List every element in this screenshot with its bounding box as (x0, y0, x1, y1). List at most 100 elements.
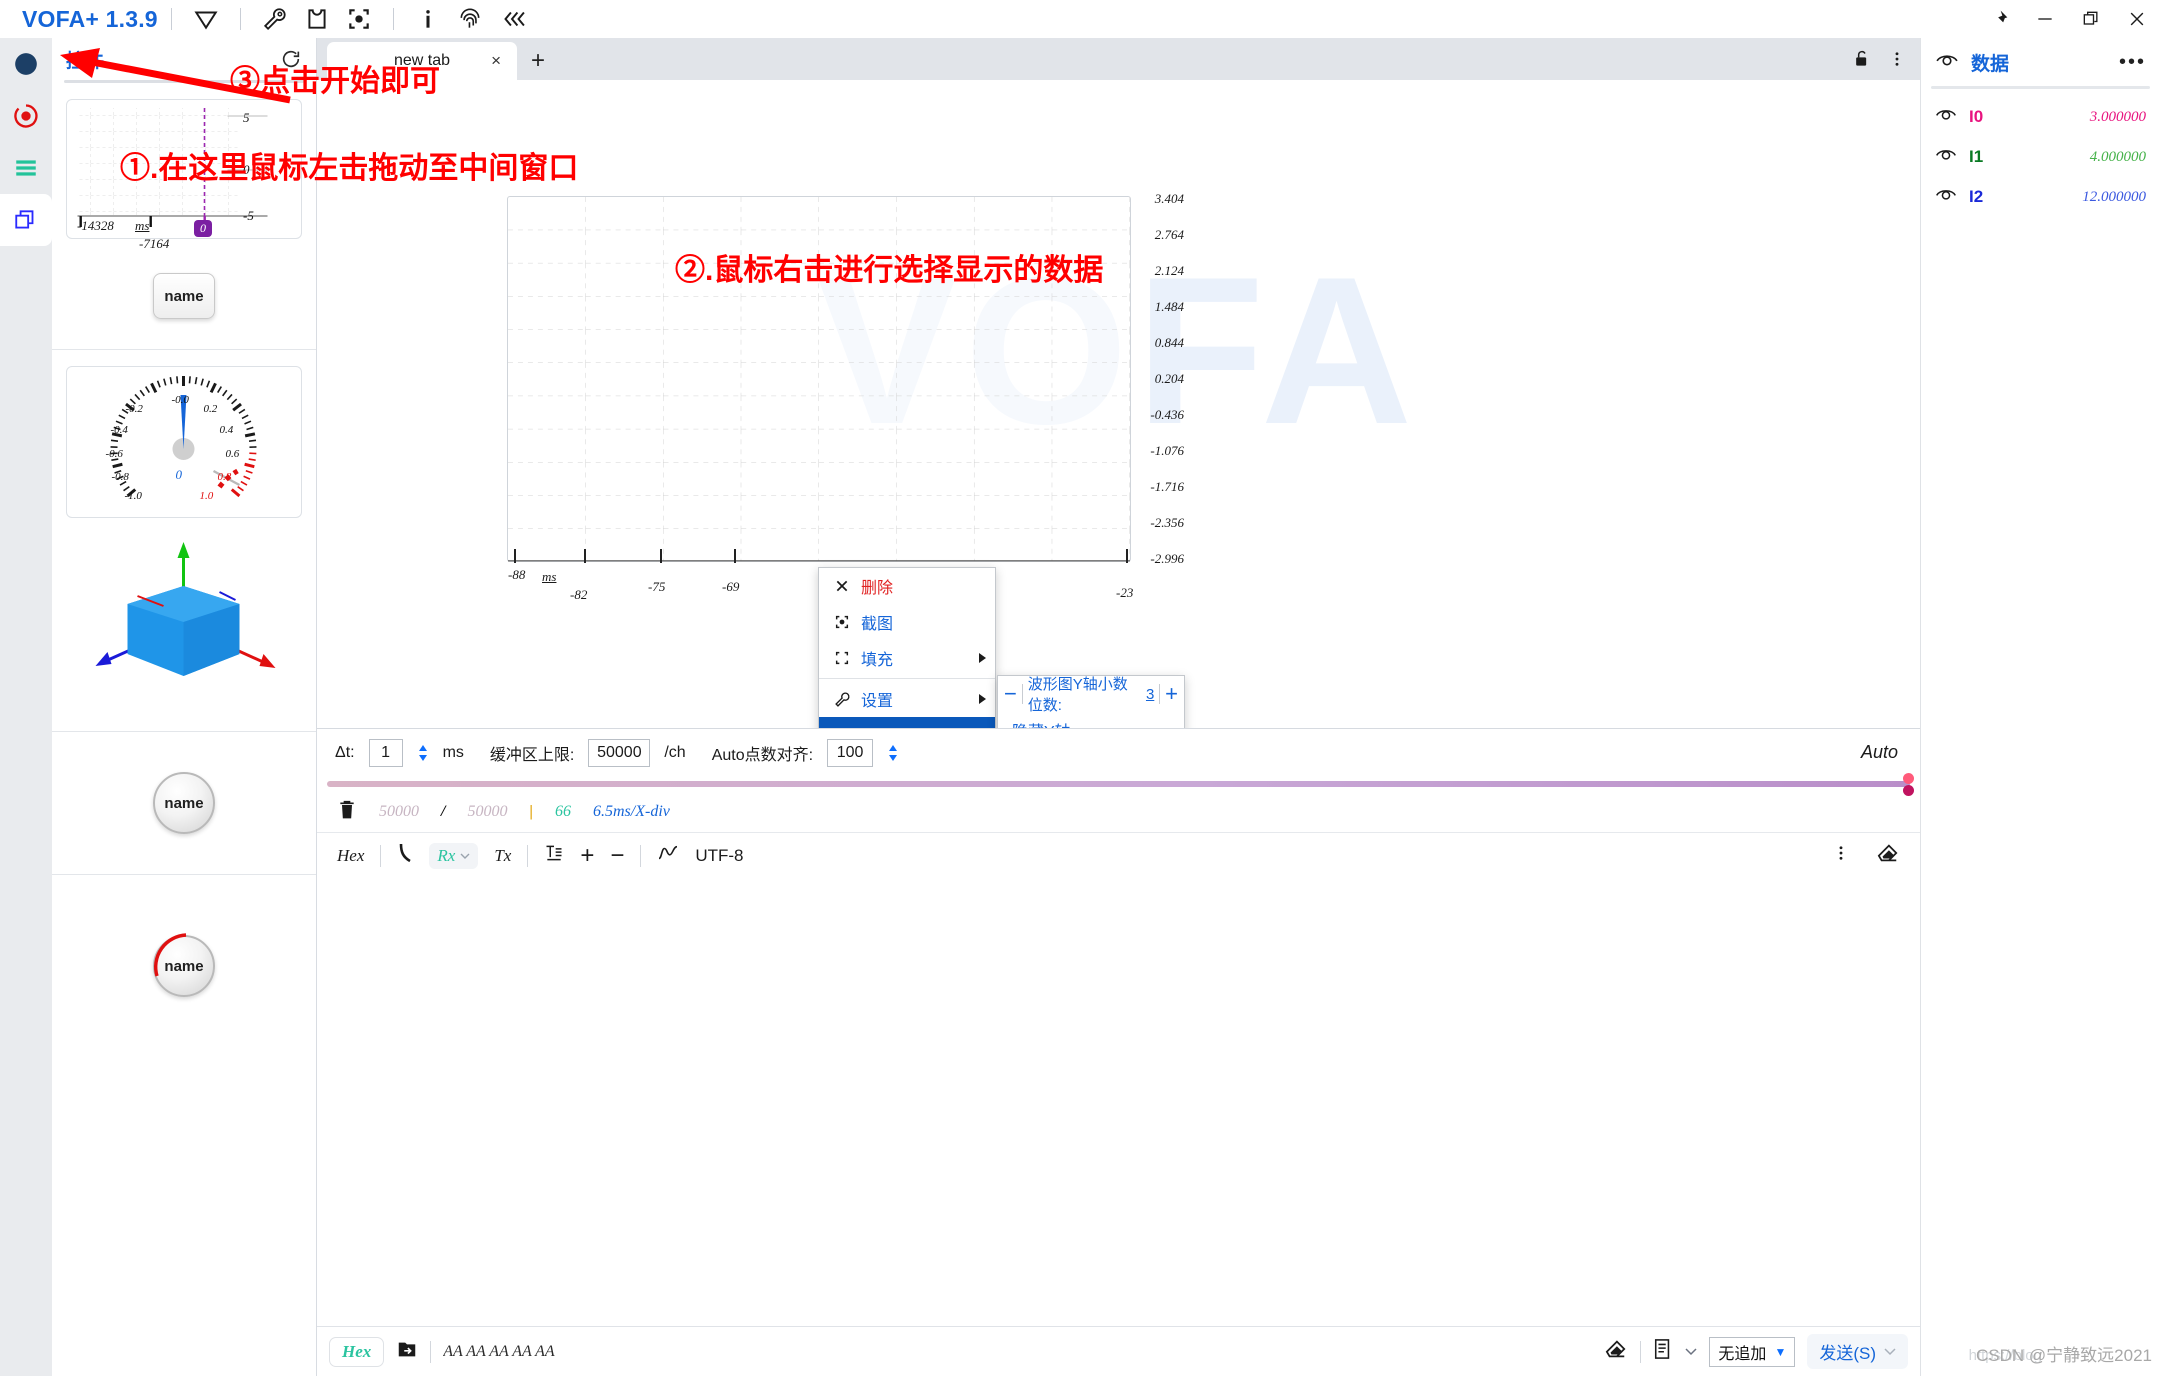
y-axis-submenu[interactable]: − 波形图Y轴小数位数: 3 + 隐藏Y轴 All I0 I1 I2 (997, 675, 1185, 728)
menu-lines-icon[interactable] (0, 142, 52, 194)
preview-x-tick-0: -14328 (77, 218, 114, 234)
y-tick-label: 2.124 (1155, 263, 1184, 279)
context-menu-item-screenshot[interactable]: 截图 (819, 604, 995, 640)
progress-handle-top[interactable] (1903, 773, 1914, 784)
divider (52, 731, 316, 732)
data-row-label: I1 (1969, 147, 1983, 167)
progress-handle-bottom[interactable] (1903, 785, 1914, 796)
buffer-count-current: 50000 (379, 803, 419, 821)
context-menu-item-fill[interactable]: 填充 (819, 640, 995, 676)
send-button-label: 发送(S) (1819, 1339, 1876, 1364)
x-tick-label: -88 (508, 567, 525, 583)
buffer-progress-wrap[interactable] (317, 776, 1920, 792)
chevron-down-icon (460, 852, 470, 860)
eye-icon[interactable] (1935, 106, 1957, 128)
terminal-hex-toggle[interactable]: Hex (337, 846, 364, 866)
waveform-icon[interactable] (657, 844, 679, 867)
widget-name-square[interactable]: name (153, 273, 215, 319)
logo-v-icon[interactable] (191, 4, 221, 34)
unlock-icon[interactable] (1852, 49, 1872, 74)
data-panel-more-button[interactable]: ••• (2119, 56, 2146, 68)
send-eraser-icon[interactable] (1604, 1338, 1628, 1365)
preview-x-unit: ms (135, 218, 149, 234)
document-dropdown-caret[interactable] (1685, 1343, 1697, 1361)
text-wrap-icon[interactable] (544, 843, 564, 868)
document-icon[interactable] (1653, 1338, 1673, 1365)
eraser-icon[interactable] (1876, 842, 1900, 869)
shirt-icon[interactable] (302, 4, 332, 34)
plot-context-menu[interactable]: 删除 截图 填充 设置 (818, 567, 996, 728)
data-row-label: I2 (1969, 187, 1983, 207)
append-mode-dropdown[interactable]: 无追加 ▼ (1709, 1337, 1795, 1367)
widget-cube-3d[interactable] (52, 534, 316, 719)
send-button[interactable]: 发送(S) (1807, 1334, 1908, 1369)
terminal-tx-toggle[interactable]: Tx (494, 846, 511, 866)
tab-add-button[interactable]: + (531, 49, 545, 80)
auto-align-stepper[interactable] (887, 744, 899, 762)
auto-mode-label[interactable]: Auto (1861, 742, 1898, 763)
buffer-progress-bar[interactable] (327, 781, 1910, 787)
data-panel-header: 数据 ••• (1921, 38, 2160, 86)
eye-icon[interactable] (1935, 186, 1957, 208)
send-hex-toggle[interactable]: Hex (329, 1337, 384, 1367)
connect-status-icon[interactable] (0, 38, 52, 90)
tab-bar: new tab × + (317, 38, 1920, 80)
tab-close-icon[interactable]: × (491, 51, 501, 71)
target-icon[interactable] (344, 4, 374, 34)
delta-t-input[interactable]: 1 (369, 739, 403, 767)
decimal-places-value[interactable]: 3 (1146, 686, 1154, 703)
pin-icon[interactable] (1976, 0, 2022, 38)
info-icon[interactable] (413, 4, 443, 34)
decrement-button[interactable]: − (1004, 683, 1017, 705)
terminal-rx-dropdown[interactable]: Rx (429, 843, 478, 869)
context-menu-item-label: 填充 (861, 646, 893, 670)
fingerprint-icon[interactable] (455, 4, 485, 34)
more-vertical-icon[interactable] (1888, 50, 1906, 73)
x-tick-label: -82 (570, 587, 587, 603)
context-menu-item-delete[interactable]: 删除 (819, 568, 995, 604)
delta-t-stepper[interactable] (417, 744, 429, 762)
y-tick-label: -2.996 (1150, 551, 1184, 567)
svg-text:-0.8: -0.8 (112, 471, 130, 483)
font-increase-button[interactable]: + (580, 844, 594, 868)
encoding-label[interactable]: UTF-8 (695, 846, 743, 866)
font-decrease-button[interactable]: − (610, 844, 624, 868)
buffer-limit-input[interactable]: 50000 (588, 739, 650, 767)
layers-icon[interactable] (0, 194, 52, 246)
divider (393, 8, 394, 30)
widgets-panel-title: 控件 (66, 46, 104, 73)
more-vertical-icon[interactable] (1832, 844, 1850, 867)
data-row-i2[interactable]: I2 12.000000 (1921, 177, 2160, 217)
widget-gauge[interactable]: -1.0 -0.8 -0.6 -0.4 -0.2 -0.0 0.2 0.4 0.… (66, 366, 302, 518)
context-menu-item-y-axis[interactable]: Y轴 (819, 717, 995, 728)
y-axis-labels: 3.404 2.764 2.124 1.484 0.844 0.204 -0.4… (1130, 197, 1186, 563)
eye-icon[interactable] (1935, 51, 1959, 74)
data-panel-title: 数据 (1971, 49, 2009, 76)
auto-align-input[interactable]: 100 (827, 739, 873, 767)
context-menu-item-settings[interactable]: 设置 (819, 681, 995, 717)
send-input[interactable] (443, 1335, 1592, 1369)
file-send-icon[interactable] (396, 1338, 418, 1365)
annotation-step-1: ①.在这里鼠标左击拖动至中间窗口 (120, 143, 578, 187)
hook-icon[interactable] (397, 843, 413, 868)
collapse-left-icon[interactable] (497, 4, 527, 34)
increment-button[interactable]: + (1165, 683, 1178, 705)
data-row-value: 4.000000 (2090, 149, 2146, 166)
wrench-icon[interactable] (260, 4, 290, 34)
divider (1159, 684, 1160, 704)
eye-icon[interactable] (1935, 146, 1957, 168)
data-row-i1[interactable]: I1 4.000000 (1921, 137, 2160, 177)
record-icon[interactable] (0, 90, 52, 142)
close-icon[interactable] (2114, 0, 2160, 38)
context-menu-item-label: Y轴 (861, 723, 888, 728)
restore-icon[interactable] (2068, 0, 2114, 38)
widget-name-round[interactable]: name (153, 772, 215, 834)
fps-value: 66 (555, 803, 571, 821)
trash-icon[interactable] (337, 799, 357, 826)
minimize-icon[interactable] (2022, 0, 2068, 38)
widgets-panel: 控件 -14328 ms -7164 5 0 -5 0 (52, 38, 317, 1376)
y-tick-label: 3.404 (1155, 191, 1184, 207)
svg-text:-0.0: -0.0 (172, 394, 190, 406)
y-tick-label: 0.844 (1155, 335, 1184, 351)
data-row-i0[interactable]: I0 3.000000 (1921, 97, 2160, 137)
